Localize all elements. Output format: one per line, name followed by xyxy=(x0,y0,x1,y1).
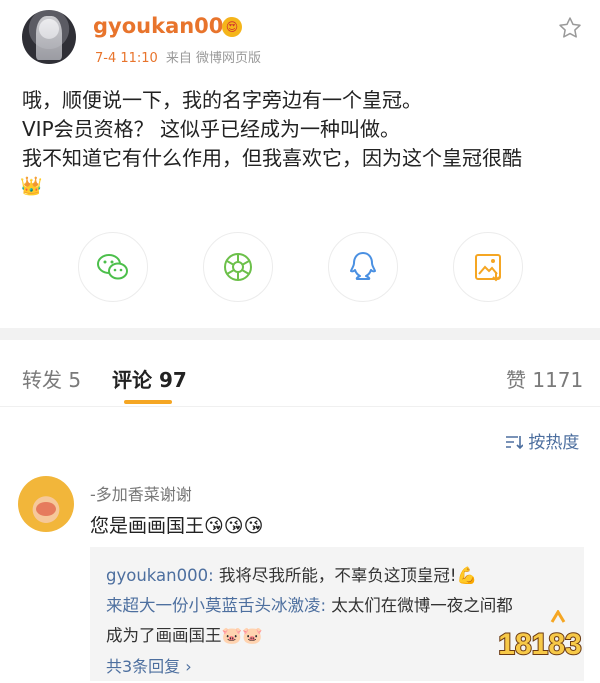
share-wechat-button[interactable] xyxy=(78,232,148,302)
share-qq-button[interactable] xyxy=(328,232,398,302)
reply-author[interactable]: gyoukan000: xyxy=(106,566,214,585)
watermark-text: 18183 xyxy=(498,628,581,661)
sort-icon xyxy=(506,436,524,450)
post-body: 哦，顺便说一下，我的名字旁边有一个皇冠。 VIP会员资格？ 这似乎已经成为一种叫… xyxy=(22,86,582,173)
moments-icon xyxy=(224,253,252,281)
tab-repost[interactable]: 转发 5 xyxy=(22,364,81,393)
user-avatar[interactable] xyxy=(22,10,76,64)
wechat-icon xyxy=(97,254,128,280)
post-meta: 7-4 11:10 来自 微博网页版 xyxy=(95,47,261,66)
section-divider xyxy=(0,328,600,340)
crown-smiley-badge-icon: 😍 xyxy=(222,17,242,37)
reply-item: gyoukan000: 我将尽我所能，不辜负这顶皇冠!💪 xyxy=(106,562,477,586)
qq-icon xyxy=(350,252,376,280)
view-more-replies-link[interactable]: 共3条回复 › xyxy=(106,653,192,677)
active-tab-indicator xyxy=(124,400,172,404)
comment-text: 您是画画国王😘😘😘 xyxy=(90,515,264,537)
tab-comments[interactable]: 评论 97 xyxy=(112,364,187,393)
tab-likes[interactable]: 赞 1171 xyxy=(506,364,583,393)
share-moments-button[interactable] xyxy=(203,232,273,302)
commenter-name[interactable]: -多加香菜谢谢 xyxy=(90,481,192,505)
sort-by-hot-button[interactable]: 按热度 xyxy=(505,428,579,453)
reply-item-continued: 成为了画画国王🐷🐷 xyxy=(106,622,263,646)
reply-text: 太太们在微博一夜之间都 xyxy=(326,596,513,615)
site-watermark: 18183 xyxy=(497,610,583,662)
post-line: 我不知道它有什么作用，但我喜欢它，因为这个皇冠很酷 xyxy=(22,146,522,170)
post-line: 哦，顺便说一下，我的名字旁边有一个皇冠。 xyxy=(22,88,422,112)
commenter-avatar[interactable] xyxy=(18,476,74,532)
favorite-star-icon[interactable] xyxy=(557,15,583,41)
reply-text: 我将尽我所能，不辜负这顶皇冠!💪 xyxy=(213,566,478,585)
crown-emoji: 👑 xyxy=(20,176,43,197)
post-source: 来自 微博网页版 xyxy=(165,51,261,66)
save-image-button[interactable] xyxy=(453,232,523,302)
post-username[interactable]: gyoukan000 xyxy=(93,14,238,38)
reply-author[interactable]: 来超大一份小莫蓝舌头冰激凌: xyxy=(106,596,326,615)
post-time: 7-4 11:10 xyxy=(95,51,158,66)
sort-label: 按热度 xyxy=(528,433,580,453)
reply-text: 成为了画画国王🐷🐷 xyxy=(106,626,263,645)
post-line: VIP会员资格？ 这似乎已经成为一种叫做。 xyxy=(22,117,400,141)
save-image-icon xyxy=(475,254,501,282)
tabs-divider xyxy=(0,406,600,407)
reply-item: 来超大一份小莫蓝舌头冰激凌: 太太们在微博一夜之间都 xyxy=(106,592,513,616)
